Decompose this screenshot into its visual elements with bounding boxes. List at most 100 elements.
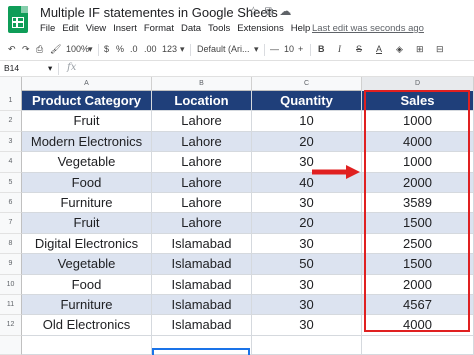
selected-cell-b14[interactable] (152, 348, 250, 355)
select-all-corner[interactable] (0, 77, 22, 91)
print-icon[interactable]: ⎙ (36, 44, 43, 55)
row-header-1[interactable]: 1 (0, 91, 22, 112)
row-header-9[interactable]: 9 (0, 254, 22, 275)
cell-product-category[interactable]: Vegetable (22, 254, 152, 275)
cell-quantity[interactable]: 30 (252, 295, 362, 316)
cell-product-category[interactable]: Fruit (22, 213, 152, 234)
font-size-increase-button[interactable]: + (298, 44, 303, 54)
row-header-10[interactable]: 10 (0, 274, 22, 295)
header-cell-location[interactable]: Location (152, 91, 252, 112)
cell-quantity[interactable]: 20 (252, 213, 362, 234)
row-header-7[interactable]: 7 (0, 213, 22, 234)
row-header-4[interactable]: 4 (0, 152, 22, 173)
row-header-8[interactable]: 8 (0, 233, 22, 255)
percent-format-button[interactable]: % (116, 44, 124, 54)
merge-cells-icon[interactable]: ⊟ (436, 44, 444, 55)
cell-location[interactable]: Lahore (152, 172, 252, 193)
cell-sales[interactable]: 4000 (362, 315, 474, 336)
text-color-button[interactable]: A (376, 44, 382, 54)
font-size-input[interactable]: 10 (284, 44, 294, 54)
row-header-12[interactable]: 12 (0, 315, 22, 336)
cell-sales[interactable]: 1000 (362, 152, 474, 173)
cell-location[interactable]: Islamabad (152, 274, 252, 295)
menu-data[interactable]: Data (181, 23, 201, 34)
menu-tools[interactable]: Tools (208, 23, 230, 34)
font-size-decrease-button[interactable]: — (270, 44, 279, 54)
row-header-5[interactable]: 5 (0, 172, 22, 193)
cell-sales[interactable]: 2000 (362, 172, 474, 193)
row-header-empty[interactable] (0, 335, 22, 355)
cell-product-category[interactable]: Fruit (22, 111, 152, 132)
borders-icon[interactable]: ⊞ (416, 44, 424, 55)
cell-product-category[interactable]: Furniture (22, 193, 152, 214)
cell-sales[interactable]: 3589 (362, 193, 474, 214)
cell-sales[interactable]: 1500 (362, 254, 474, 275)
row-header-11[interactable]: 11 (0, 295, 22, 316)
bold-button[interactable]: B (318, 44, 325, 54)
cell-product-category[interactable]: Food (22, 172, 152, 193)
menu-view[interactable]: View (86, 23, 106, 34)
more-formats-caret-icon[interactable]: ▾ (180, 44, 185, 55)
empty-cell[interactable] (22, 335, 152, 355)
cell-product-category[interactable]: Food (22, 274, 152, 295)
column-header-a[interactable]: A (22, 77, 152, 91)
cell-quantity[interactable]: 30 (252, 274, 362, 295)
cloud-status-icon[interactable]: ☁ (279, 4, 291, 18)
cell-quantity[interactable]: 30 (252, 193, 362, 214)
menu-file[interactable]: File (40, 23, 55, 34)
cell-location[interactable]: Lahore (152, 193, 252, 214)
cell-product-category[interactable]: Furniture (22, 295, 152, 316)
cell-location[interactable]: Islamabad (152, 233, 252, 255)
menu-help[interactable]: Help (291, 23, 311, 34)
name-box-caret-icon[interactable]: ▾ (48, 63, 52, 74)
cell-sales[interactable]: 2000 (362, 274, 474, 295)
zoom-caret-icon[interactable]: ▾ (88, 44, 93, 55)
star-icon[interactable]: ☆ (248, 4, 259, 18)
cell-location[interactable]: Lahore (152, 213, 252, 234)
currency-format-button[interactable]: $ (104, 44, 109, 54)
strikethrough-button[interactable]: S (356, 44, 362, 54)
cell-location[interactable]: Lahore (152, 131, 252, 153)
cell-sales[interactable]: 1000 (362, 111, 474, 132)
name-box[interactable]: B14 (4, 63, 19, 73)
cell-quantity[interactable]: 30 (252, 315, 362, 336)
redo-icon[interactable]: ↷ (22, 44, 30, 55)
cell-sales[interactable]: 1500 (362, 213, 474, 234)
menu-insert[interactable]: Insert (113, 23, 137, 34)
cell-location[interactable]: Islamabad (152, 315, 252, 336)
header-cell-sales[interactable]: Sales (362, 91, 474, 112)
cell-quantity[interactable]: 10 (252, 111, 362, 132)
header-cell-quantity[interactable]: Quantity (252, 91, 362, 112)
empty-cell[interactable] (362, 335, 474, 355)
cell-quantity[interactable]: 50 (252, 254, 362, 275)
document-title[interactable]: Multiple IF statementes in Google Sheets (40, 5, 278, 20)
cell-quantity[interactable]: 20 (252, 131, 362, 153)
row-header-3[interactable]: 3 (0, 131, 22, 153)
cell-location[interactable]: Islamabad (152, 254, 252, 275)
zoom-select[interactable]: 100% (66, 44, 89, 54)
google-sheets-logo-icon[interactable] (8, 6, 28, 33)
undo-icon[interactable]: ↶ (8, 44, 16, 55)
font-select[interactable]: Default (Ari... (197, 44, 250, 54)
empty-cell[interactable] (252, 335, 362, 355)
header-cell-product-category[interactable]: Product Category (22, 91, 152, 112)
cell-location[interactable]: Islamabad (152, 295, 252, 316)
cell-quantity[interactable]: 30 (252, 233, 362, 255)
menu-edit[interactable]: Edit (62, 23, 78, 34)
cell-product-category[interactable]: Old Electronics (22, 315, 152, 336)
font-caret-icon[interactable]: ▾ (254, 44, 259, 55)
cell-product-category[interactable]: Digital Electronics (22, 233, 152, 255)
cell-sales[interactable]: 4567 (362, 295, 474, 316)
column-header-d[interactable]: D (362, 77, 474, 91)
last-edit-link[interactable]: Last edit was seconds ago (312, 23, 424, 34)
column-header-c[interactable]: C (252, 77, 362, 91)
cell-product-category[interactable]: Modern Electronics (22, 131, 152, 153)
increase-decimal-button[interactable]: .00 (144, 44, 157, 54)
cell-product-category[interactable]: Vegetable (22, 152, 152, 173)
cell-sales[interactable]: 4000 (362, 131, 474, 153)
cell-sales[interactable]: 2500 (362, 233, 474, 255)
italic-button[interactable]: I (338, 44, 341, 54)
paint-format-icon[interactable]: 🖌 (50, 44, 61, 55)
cell-location[interactable]: Lahore (152, 152, 252, 173)
column-header-b[interactable]: B (152, 77, 252, 91)
